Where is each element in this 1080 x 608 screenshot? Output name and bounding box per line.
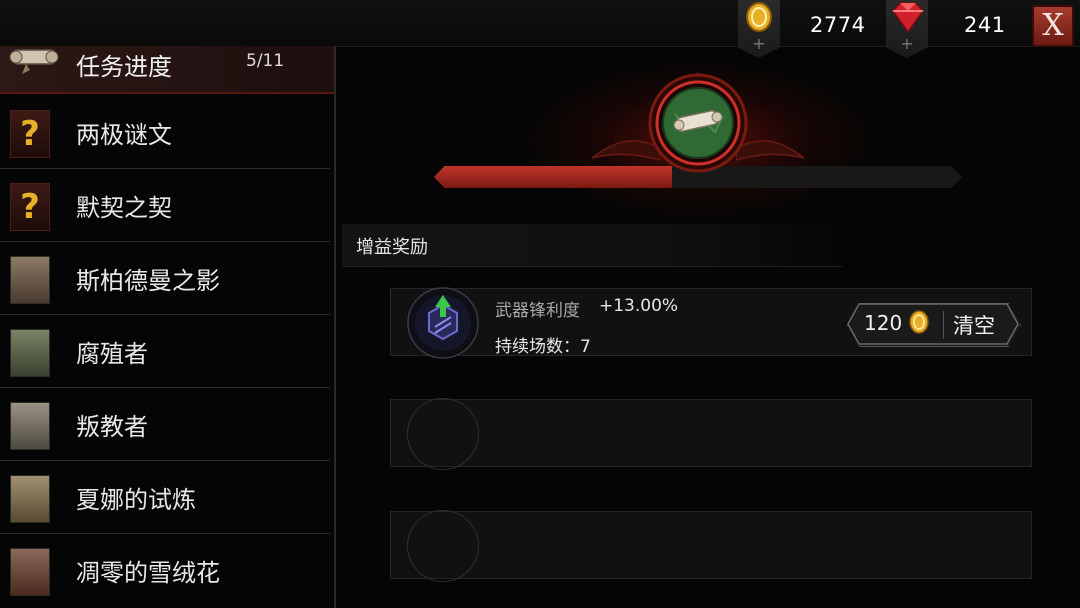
quest-item[interactable]: ? 两极谜文 [0,96,330,169]
portrait-icon [10,475,50,523]
portrait-icon [10,548,50,596]
portrait-icon [10,329,50,377]
quest-item[interactable]: 腐殖者 [0,315,330,388]
quest-item-label: 凋零的雪绒花 [76,559,220,587]
weapon-sharpness-icon [407,287,479,359]
portrait-icon [10,256,50,304]
quest-list-panel: 任务进度 5/11 ? 两极谜文 ? 默契之契 斯柏德曼之影 腐殖者 叛教者 夏… [0,46,336,608]
gold-coin-icon [746,2,772,32]
plus-icon: + [900,34,914,53]
plus-icon: + [752,34,766,53]
quest-item[interactable]: ? 默契之契 [0,169,330,242]
empty-buff-slot [390,510,1032,582]
buff-section-header: 增益奖励 [342,224,842,267]
add-gold-button[interactable]: + [738,0,780,58]
quest-item-label: 斯柏德曼之影 [76,267,220,295]
quest-item-label: 腐殖者 [76,340,148,368]
gem-amount: 241 [964,13,1006,37]
question-mark-icon: ? [10,183,50,231]
buff-section-title: 增益奖励 [356,237,428,258]
red-gem-icon [892,2,924,34]
quest-item[interactable]: 叛教者 [0,388,330,461]
add-gems-button[interactable]: + [886,0,928,58]
quest-item-label: 叛教者 [76,413,148,441]
buff-card: 武器锋利度 +13.00% 持续场数：7 120 清空 [390,287,1032,359]
quest-progress-count: 5/11 [246,51,285,71]
close-button[interactable]: X [1032,5,1074,47]
top-bar: + 2774 + 241 X [0,0,1080,58]
empty-buff-slot [390,398,1032,470]
quest-progress-title: 任务进度 [76,53,172,81]
quest-item-label: 默契之契 [76,194,172,222]
quest-item-label: 夏娜的试炼 [76,486,196,514]
question-mark-icon: ? [10,110,50,158]
scroll-icon [9,49,59,74]
clear-button-divider [943,311,944,339]
buff-value: +13.00% [599,296,679,316]
clear-cost: 120 [864,311,903,335]
buff-duration: 持续场数：7 [495,337,591,357]
buff-name: 武器锋利度 [495,301,580,321]
scroll-emblem-icon [648,72,748,173]
portrait-icon [10,402,50,450]
quest-item[interactable]: 夏娜的试炼 [0,461,330,534]
empty-slot-icon [407,510,479,582]
empty-slot-icon [407,398,479,470]
gold-coin-icon [909,310,929,334]
quest-progress-fill [434,166,672,188]
quest-item[interactable]: 斯柏德曼之影 [0,242,330,315]
quest-progress-header[interactable]: 任务进度 5/11 [0,46,334,94]
quest-item[interactable]: 凋零的雪绒花 [0,534,330,606]
clear-label: 清空 [953,314,995,338]
gold-amount: 2774 [810,13,866,37]
quest-item-label: 两极谜文 [76,121,172,149]
